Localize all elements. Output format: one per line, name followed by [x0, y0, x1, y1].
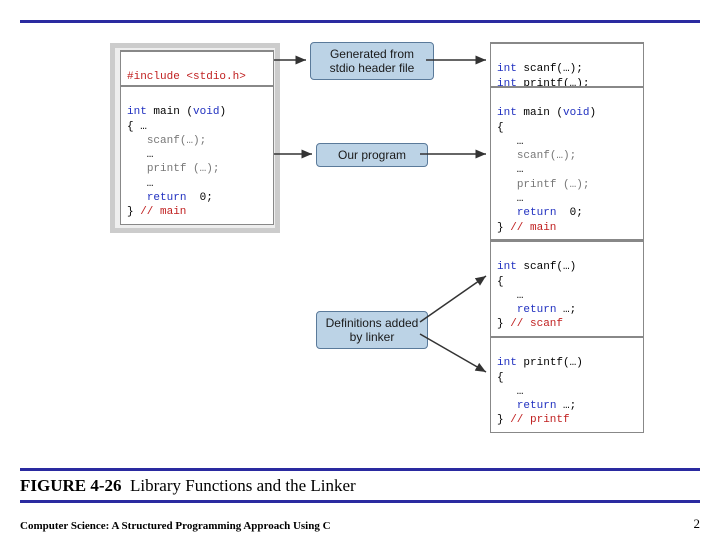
figure-number: FIGURE 4-26 — [20, 476, 122, 495]
figure-caption: FIGURE 4-26 Library Functions and the Li… — [20, 476, 356, 496]
code-main-right: int main (void) { … scanf(…); … printf (… — [490, 86, 644, 240]
rule-bot — [20, 500, 700, 503]
label-generated: Generated from stdio header file — [310, 42, 434, 80]
label-our-program: Our program — [316, 143, 428, 167]
code-printf-def: int printf(…) { … return …; } // printf — [490, 336, 644, 433]
code-include: #include <stdio.h> — [120, 50, 274, 90]
diagram: #include <stdio.h> int main (void) { … s… — [20, 28, 700, 464]
slide: #include <stdio.h> int main (void) { … s… — [0, 0, 720, 540]
page-number: 2 — [694, 516, 701, 532]
figure-title: Library Functions and the Linker — [130, 476, 356, 495]
label-linker: Definitions added by linker — [316, 311, 428, 349]
code-main-left: int main (void) { … scanf(…); … printf (… — [120, 85, 274, 225]
rule-mid — [20, 468, 700, 471]
footer-text: Computer Science: A Structured Programmi… — [20, 520, 331, 532]
code-scanf-def: int scanf(…) { … return …; } // scanf — [490, 240, 644, 337]
rule-top — [20, 20, 700, 23]
